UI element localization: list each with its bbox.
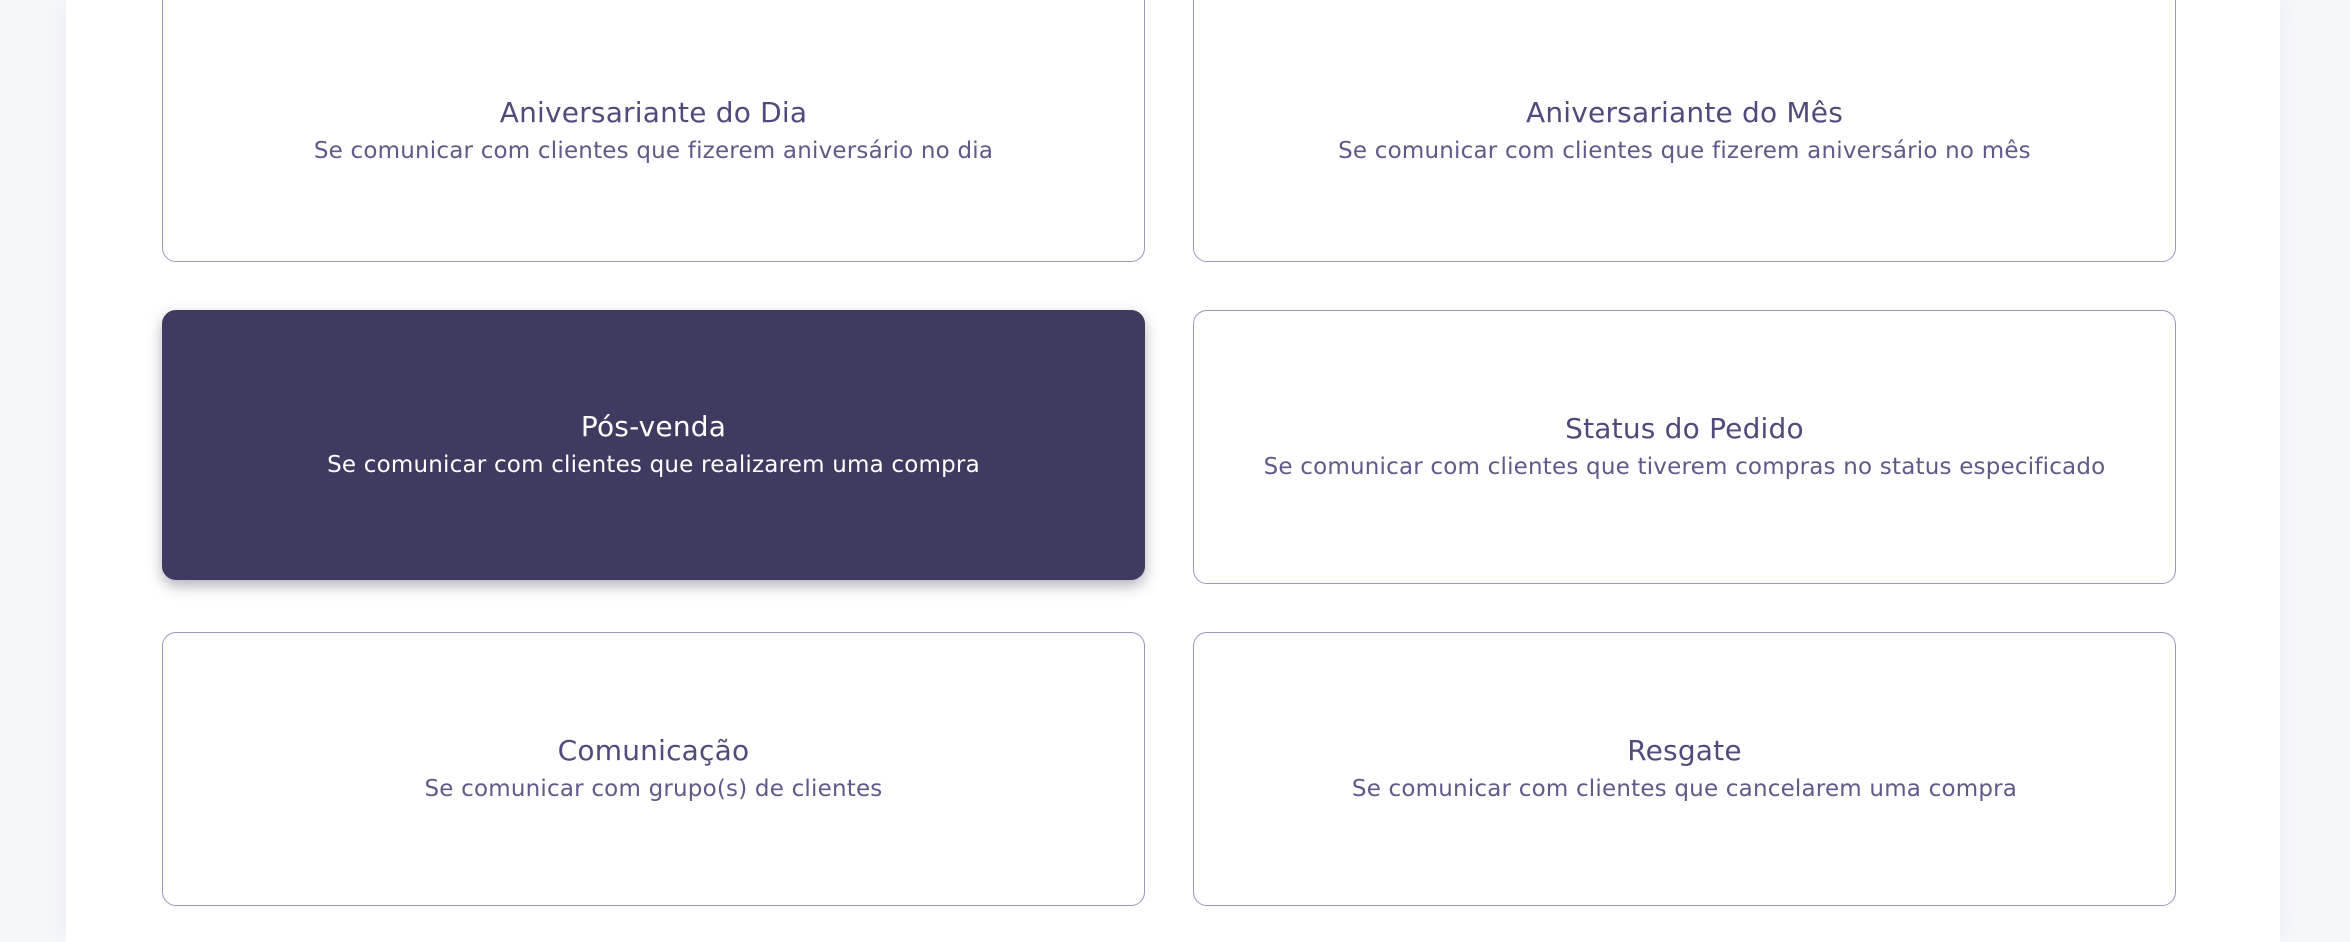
- card-description: Se comunicar com clientes que tiverem co…: [1263, 454, 2106, 480]
- card-status-do-pedido[interactable]: Status do Pedido Se comunicar com client…: [1193, 310, 2176, 584]
- card-title: Resgate: [1627, 734, 1742, 767]
- card-title: Aniversariante do Dia: [499, 96, 808, 129]
- card-description: Se comunicar com clientes que realizarem…: [327, 452, 980, 478]
- card-title: Aniversariante do Mês: [1525, 96, 1843, 129]
- card-resgate[interactable]: Resgate Se comunicar com clientes que ca…: [1193, 632, 2176, 906]
- card-aniversariante-do-dia[interactable]: Aniversariante do Dia Se comunicar com c…: [162, 0, 1145, 262]
- card-description: Se comunicar com clientes que cancelarem…: [1351, 776, 2018, 802]
- card-title: Status do Pedido: [1565, 412, 1804, 445]
- card-description: Se comunicar com clientes que fizerem an…: [313, 138, 994, 164]
- card-title: Comunicação: [557, 734, 750, 767]
- card-aniversariante-do-mes[interactable]: Aniversariante do Mês Se comunicar com c…: [1193, 0, 2176, 262]
- card-title: Pós-venda: [580, 410, 727, 443]
- card-description: Se comunicar com clientes que fizerem an…: [1338, 138, 2031, 164]
- card-pos-venda[interactable]: Pós-venda Se comunicar com clientes que …: [162, 310, 1145, 580]
- card-comunicacao[interactable]: Comunicação Se comunicar com grupo(s) de…: [162, 632, 1145, 906]
- card-description: Se comunicar com grupo(s) de clientes: [424, 776, 883, 802]
